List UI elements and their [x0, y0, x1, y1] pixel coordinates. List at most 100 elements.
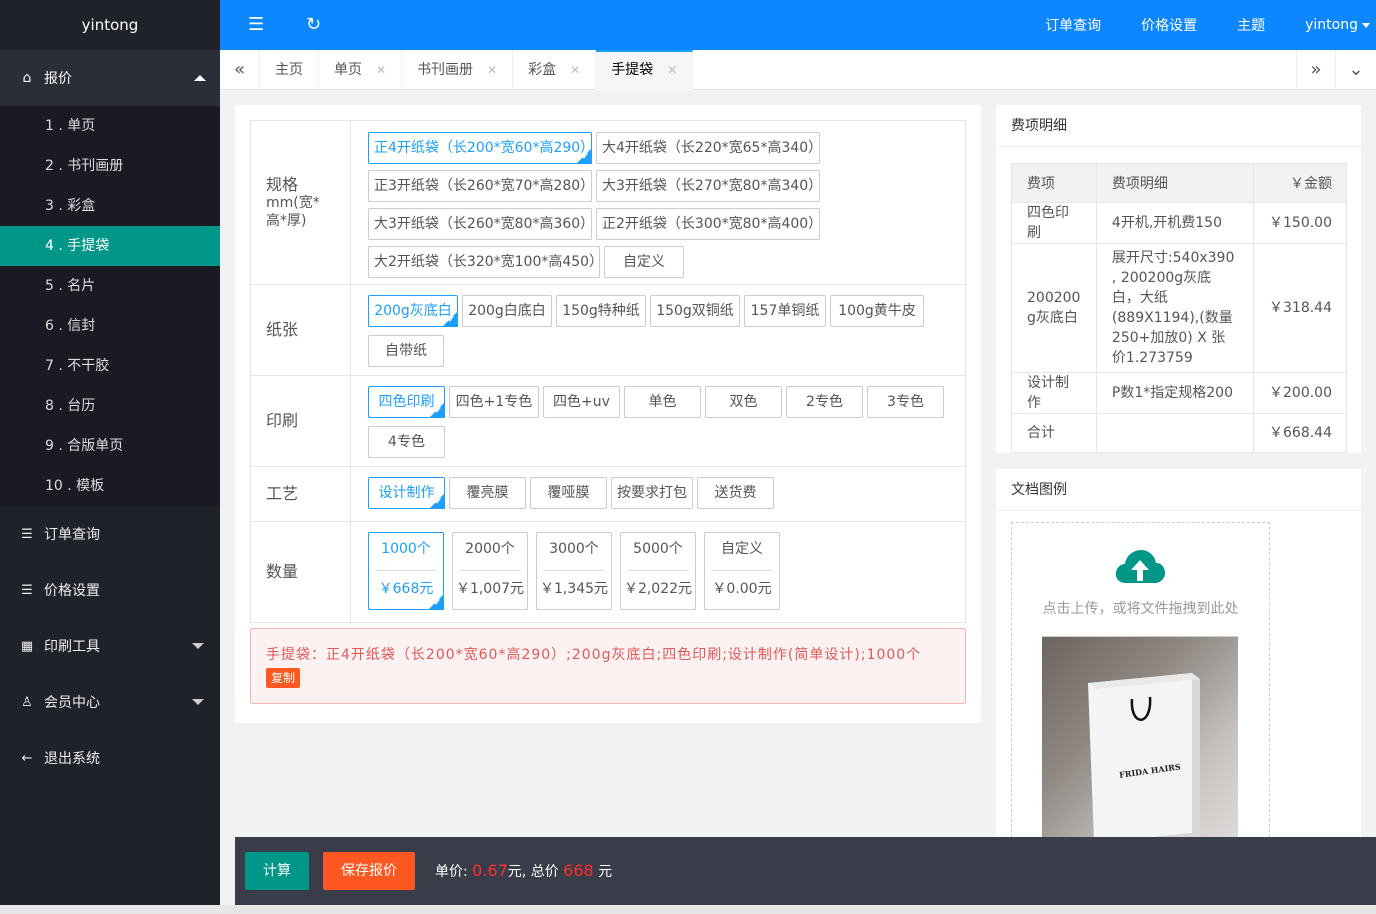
unit-price-suffix: 元, 总价 [507, 864, 559, 880]
tab-bag[interactable]: 手提袋 ✕ [596, 50, 694, 90]
nav-member[interactable]: ♙ 会员中心 [0, 674, 220, 730]
print-option[interactable]: 四色+uv [543, 386, 620, 418]
quantity-price: ￥2,022元 [623, 581, 693, 597]
fee-table: 费项 费项明细 ￥金额 四色印刷 4开机,开机费150 ￥150.00 2002… [1011, 163, 1347, 453]
fee-item: 200200g灰底白 [1011, 243, 1097, 373]
quantity-options: 1000个 ￥668元 ✔ 2000个 ￥1,007元 3000个 ￥1,345元 50… [351, 522, 965, 622]
quantity-count: 2000个 [459, 533, 521, 571]
craft-row: 工艺 设计制作 ✔ 覆亮膜 覆哑膜 按要求打包 送货费 [251, 467, 965, 522]
header-link-price[interactable]: 价格设置 [1141, 15, 1197, 35]
paper-option[interactable]: 200g灰底白 ✔ [368, 295, 458, 327]
docs-panel-title: 文档图例 [996, 469, 1361, 511]
print-label: 印刷 [251, 376, 351, 466]
tab-box[interactable]: 彩盒 ✕ [513, 50, 597, 90]
nav-print-tools[interactable]: ▦ 印刷工具 [0, 618, 220, 674]
save-quote-button[interactable]: 保存报价 [323, 852, 415, 890]
nav-logout[interactable]: ← 退出系统 [0, 730, 220, 786]
fee-detail: P数1*指定规格200 [1095, 372, 1255, 414]
calculate-button[interactable]: 计算 [245, 852, 309, 890]
close-icon[interactable]: ✕ [570, 63, 580, 77]
fee-col-amount: ￥金额 [1253, 163, 1347, 203]
docs-panel: 文档图例 点击上传，或将文件拖拽到此处 FRIDA HAIRS [996, 469, 1361, 837]
quantity-option[interactable]: 3000个 ￥1,345元 [536, 532, 612, 610]
quote-subnav: 1 . 单页 2 . 书刊画册 3 . 彩盒 4 . 手提袋 5 . 名片 6 … [0, 106, 220, 506]
print-option[interactable]: 四色+1专色 [449, 386, 539, 418]
print-options: 四色印刷 ✔ 四色+1专色 四色+uv 单色 双色 2专色 3专色 4专色 [351, 376, 965, 466]
craft-option[interactable]: 覆亮膜 [449, 477, 526, 509]
craft-option[interactable]: 送货费 [697, 477, 774, 509]
quantity-price: ￥0.00元 [712, 581, 772, 597]
spec-option[interactable]: 正2开纸袋（长300*宽80*高400） [596, 208, 822, 240]
quantity-option[interactable]: 2000个 ￥1,007元 [452, 532, 528, 610]
tabs-scroll-right-icon[interactable]: » [1296, 50, 1336, 90]
craft-option[interactable]: 按要求打包 [611, 477, 693, 509]
tab-single[interactable]: 单页 ✕ [319, 50, 403, 90]
close-icon[interactable]: ✕ [667, 63, 677, 77]
header-link-theme[interactable]: 主题 [1237, 15, 1265, 35]
nav-price-settings[interactable]: ☰ 价格设置 [0, 562, 220, 618]
paper-option[interactable]: 150g双铜纸 [650, 295, 740, 327]
print-option[interactable]: 双色 [705, 386, 782, 418]
subnav-item-calendar[interactable]: 8 . 台历 [0, 386, 220, 426]
subnav-item-bag[interactable]: 4 . 手提袋 [0, 226, 220, 266]
tabs-scroll-left-icon[interactable]: « [220, 50, 260, 90]
refresh-icon[interactable]: ↻ [306, 14, 321, 35]
spec-option[interactable]: 自定义 [604, 246, 684, 278]
close-icon[interactable]: ✕ [487, 63, 497, 77]
subnav-item-template[interactable]: 10 . 模板 [0, 466, 220, 506]
spec-option[interactable]: 大4开纸袋（长220*宽65*高340） [596, 132, 822, 164]
subnav-item-card[interactable]: 5 . 名片 [0, 266, 220, 306]
nav-quote[interactable]: ⌂ 报价 [0, 50, 220, 106]
subnav-item-single[interactable]: 1 . 单页 [0, 106, 220, 146]
paper-option[interactable]: 自带纸 [368, 335, 444, 367]
subnav-item-book[interactable]: 2 . 书刊画册 [0, 146, 220, 186]
header-link-orders[interactable]: 订单查询 [1045, 15, 1101, 35]
spec-option[interactable]: 大2开纸袋（长320*宽100*高450） [368, 246, 603, 278]
craft-option[interactable]: 覆哑膜 [530, 477, 607, 509]
paper-option[interactable]: 157单铜纸 [744, 295, 826, 327]
subnav-item-combined[interactable]: 9 . 合版单页 [0, 426, 220, 466]
list-icon: ☰ [21, 582, 33, 598]
caret-down-icon [192, 699, 204, 705]
paper-row: 纸张 200g灰底白 ✔ 200g白底白 150g特种纸 150g双铜纸 157单… [251, 285, 965, 376]
table-row: 合计 ￥668.44 [1011, 413, 1347, 453]
quantity-option[interactable]: 5000个 ￥2,022元 [620, 532, 696, 610]
paper-option[interactable]: 200g白底白 [462, 295, 552, 327]
user-name: yintong [1305, 17, 1358, 33]
spec-option[interactable]: 大3开纸袋（长260*宽80*高360） [368, 208, 594, 240]
tab-book[interactable]: 书刊画册 ✕ [402, 50, 514, 90]
upload-dropzone[interactable]: 点击上传，或将文件拖拽到此处 FRIDA HAIRS [1011, 522, 1270, 837]
check-icon: ✔ [434, 497, 442, 507]
quantity-option[interactable]: 自定义 ￥0.00元 [704, 532, 780, 610]
nav-orders[interactable]: ☰ 订单查询 [0, 506, 220, 562]
print-option[interactable]: 四色印刷 ✔ [368, 386, 445, 418]
paper-option[interactable]: 150g特种纸 [556, 295, 646, 327]
paper-option[interactable]: 100g黄牛皮 [830, 295, 924, 327]
print-option[interactable]: 3专色 [867, 386, 944, 418]
print-option[interactable]: 2专色 [786, 386, 863, 418]
spec-option[interactable]: 正3开纸袋（长260*宽70*高280） [368, 170, 594, 202]
print-option[interactable]: 4专色 [368, 426, 445, 458]
spec-option[interactable]: 大3开纸袋（长270*宽80*高340） [596, 170, 822, 202]
subnav-item-box[interactable]: 3 . 彩盒 [0, 186, 220, 226]
summary-text: 手提袋：正4开纸袋（长200*宽60*高290）;200g灰底白;四色印刷;设计… [266, 647, 922, 663]
app-icon: ▦ [20, 638, 34, 654]
fee-amount: ￥318.44 [1253, 243, 1347, 373]
nav-quote-label: 报价 [44, 71, 72, 87]
spec-option[interactable]: 正4开纸袋（长200*宽60*高290） ✔ [368, 132, 594, 164]
tabs-menu-icon[interactable]: ⌄ [1336, 50, 1376, 90]
craft-option[interactable]: 设计制作 ✔ [368, 477, 445, 509]
quantity-price: ￥1,345元 [539, 581, 609, 597]
copy-button[interactable]: 复制 [266, 668, 301, 688]
close-icon[interactable]: ✕ [376, 63, 386, 77]
print-option[interactable]: 单色 [624, 386, 701, 418]
fee-item: 设计制作 [1011, 372, 1097, 414]
menu-fold-icon[interactable]: ☰ [248, 14, 264, 35]
tab-home[interactable]: 主页 [260, 50, 319, 90]
sidebar: yintong ⌂ 报价 1 . 单页 2 . 书刊画册 3 . 彩盒 4 . … [0, 0, 220, 914]
quantity-option[interactable]: 1000个 ￥668元 ✔ [368, 532, 444, 610]
user-menu[interactable]: yintong [1305, 17, 1370, 33]
subnav-item-sticker[interactable]: 7 . 不干胶 [0, 346, 220, 386]
subnav-item-envelope[interactable]: 6 . 信封 [0, 306, 220, 346]
quantity-count: 3000个 [543, 533, 605, 571]
